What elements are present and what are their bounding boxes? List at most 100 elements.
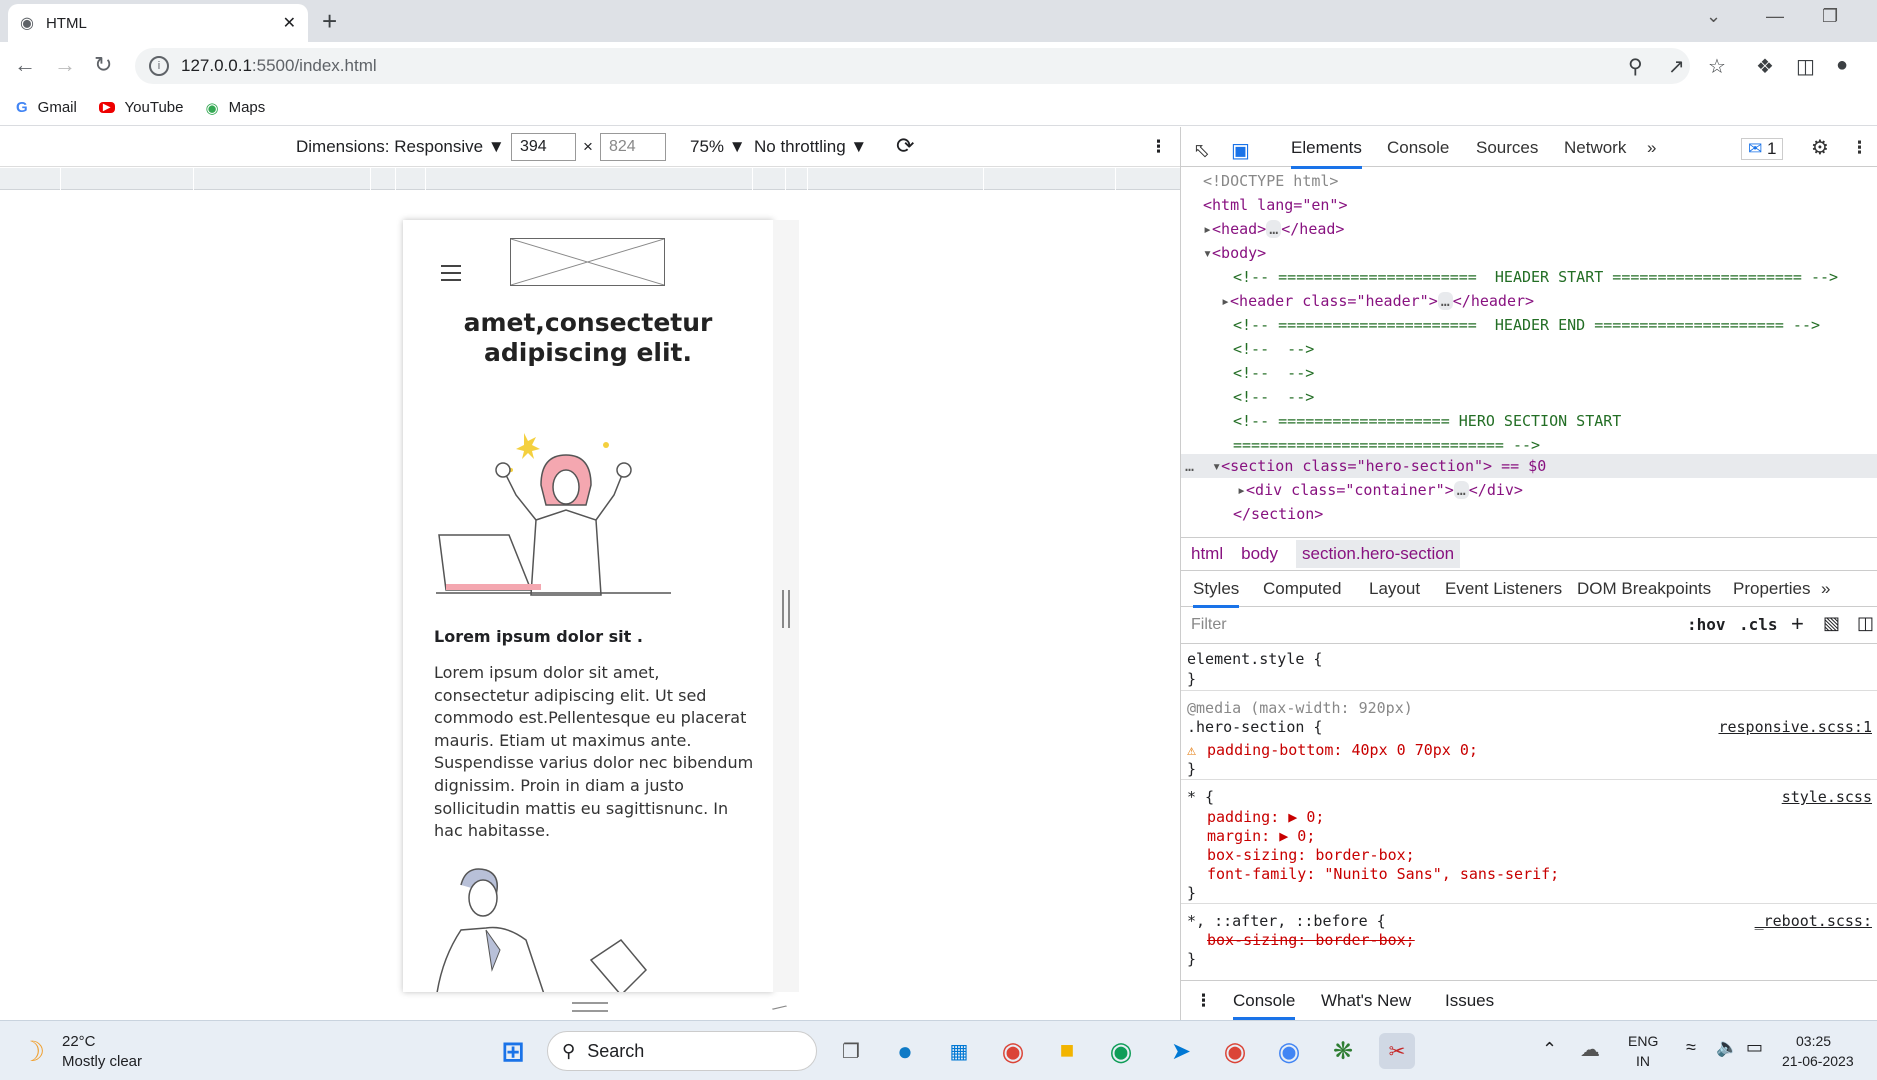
cls-toggle[interactable]: .cls	[1739, 615, 1778, 634]
crumb-body[interactable]: body	[1241, 544, 1278, 564]
bookmark-gmail[interactable]: G Gmail	[16, 99, 77, 116]
css-padding[interactable]: padding: ▶ 0;	[1207, 808, 1324, 826]
address-bar[interactable]: i 127.0.0.1:5500/index.html	[135, 48, 1690, 84]
expand-arrow-icon[interactable]: ▸	[1203, 220, 1212, 238]
star-selector[interactable]: * {	[1187, 788, 1214, 806]
dom-line[interactable]: ▸<header class="header">… </header>	[1181, 289, 1877, 313]
source-link[interactable]: _reboot.scss:	[1755, 912, 1872, 930]
info-icon[interactable]: i	[149, 56, 169, 76]
reload-icon[interactable]: ↻	[94, 52, 112, 78]
close-tab-icon[interactable]: ✕	[283, 13, 296, 33]
throttling-dropdown[interactable]: No throttling ▼	[754, 137, 867, 157]
dom-comment[interactable]: <!-- -->	[1181, 361, 1877, 385]
chrome-profile-h-icon[interactable]: ◉	[1271, 1033, 1307, 1069]
ellipsis-icon[interactable]: …	[1453, 481, 1469, 499]
share-icon[interactable]: ↗	[1668, 54, 1685, 79]
tab-search-icon[interactable]: ⌄	[1706, 6, 1721, 27]
dom-line[interactable]: ▾<body>	[1181, 241, 1877, 265]
height-input[interactable]: 824	[600, 133, 666, 161]
dom-line[interactable]: ▸<div class="container">… </div>	[1181, 478, 1877, 502]
chevron-up-icon[interactable]: ⌃	[1542, 1039, 1557, 1060]
crumb-section[interactable]: section.hero-section	[1296, 540, 1461, 568]
dimensions-dropdown[interactable]: Dimensions: Responsive ▼	[296, 137, 505, 157]
browser-tab[interactable]: ◉ HTML ✕	[8, 4, 308, 42]
more-style-tabs-icon[interactable]: »	[1821, 579, 1830, 599]
ellipsis-icon[interactable]: …	[1266, 220, 1282, 238]
tab-sources[interactable]: Sources	[1476, 138, 1538, 158]
tab-computed[interactable]: Computed	[1263, 579, 1341, 599]
more-options-icon[interactable]: ⋮	[1150, 137, 1167, 157]
source-link[interactable]: responsive.scss:1	[1718, 718, 1872, 736]
dom-comment[interactable]: <!-- ====================== HEADER START…	[1181, 265, 1877, 289]
css-margin[interactable]: margin: ▶ 0;	[1207, 827, 1315, 845]
bookmark-maps[interactable]: ◉ Maps	[206, 99, 266, 117]
settings-gear-icon[interactable]: ⚙	[1811, 135, 1829, 160]
width-input[interactable]: 394	[511, 133, 576, 161]
clock-date[interactable]: 21-06-2023	[1782, 1053, 1854, 1069]
snipping-tool-icon[interactable]: ✂	[1379, 1033, 1415, 1069]
forward-icon[interactable]: →	[54, 52, 76, 78]
drawer-tab-console[interactable]: Console	[1233, 991, 1296, 1020]
collapse-arrow-icon[interactable]: ▾	[1203, 244, 1212, 262]
language-eng[interactable]: ENG	[1628, 1033, 1658, 1049]
weather-status[interactable]: Mostly clear	[62, 1053, 142, 1070]
dom-comment[interactable]: <!-- -->	[1181, 337, 1877, 361]
chrome-icon[interactable]: ◉	[995, 1033, 1031, 1069]
dom-line-selected[interactable]: … ▾<section class="hero-section"> == $0	[1181, 454, 1877, 478]
expand-arrow-icon[interactable]: ▸	[1237, 481, 1246, 499]
resize-width-handle[interactable]	[782, 590, 790, 628]
side-panel-icon[interactable]: ◫	[1796, 54, 1815, 79]
drawer-tab-issues[interactable]: Issues	[1445, 991, 1494, 1011]
dom-line[interactable]: <!DOCTYPE html>	[1181, 169, 1877, 193]
restore-button[interactable]: ❐	[1822, 6, 1838, 27]
dom-comment[interactable]: <!-- -->	[1181, 385, 1877, 409]
dom-line[interactable]: ▸<head>… </head>	[1181, 217, 1877, 241]
bookmark-youtube[interactable]: ▶ YouTube	[98, 99, 184, 116]
minimize-button[interactable]: —	[1766, 6, 1784, 27]
inspect-element-icon[interactable]: ⬁	[1193, 138, 1210, 163]
more-tabs-icon[interactable]: »	[1647, 138, 1656, 158]
crumb-html[interactable]: html	[1191, 544, 1223, 564]
file-explorer-icon[interactable]: ■	[1049, 1033, 1085, 1069]
tab-properties[interactable]: Properties	[1733, 579, 1810, 599]
css-box-sizing-overridden[interactable]: box-sizing: border-box;	[1207, 931, 1415, 949]
hamburger-menu-icon[interactable]	[441, 265, 461, 286]
tab-console[interactable]: Console	[1387, 138, 1449, 158]
sidebar-toggle-icon[interactable]: ◫	[1857, 613, 1874, 634]
element-style-selector[interactable]: element.style {	[1187, 650, 1322, 668]
moon-weather-icon[interactable]: ☽	[20, 1035, 45, 1068]
dom-line[interactable]: <html lang="en">	[1181, 193, 1877, 217]
bookmark-star-icon[interactable]: ☆	[1708, 54, 1726, 79]
paint-brush-icon[interactable]: ▧	[1823, 613, 1840, 634]
issues-badge[interactable]: ✉ 1	[1741, 138, 1784, 160]
css-font-family[interactable]: font-family: "Nunito Sans", sans-serif;	[1207, 865, 1559, 883]
hov-toggle[interactable]: :hov	[1687, 615, 1726, 634]
collapse-arrow-icon[interactable]: ▾	[1212, 457, 1221, 475]
chrome-profile-icon[interactable]: ◉	[1217, 1033, 1253, 1069]
onedrive-cloud-icon[interactable]: ☁	[1580, 1037, 1600, 1062]
source-link[interactable]: style.scss	[1782, 788, 1872, 806]
tab-dom-breakpoints[interactable]: DOM Breakpoints	[1577, 579, 1711, 599]
media-query-ruler[interactable]	[0, 168, 1180, 190]
before-selector[interactable]: *, ::after, ::before {	[1187, 912, 1386, 930]
tab-styles[interactable]: Styles	[1193, 579, 1240, 608]
dom-comment[interactable]: <!-- =================== HERO SECTION ST…	[1181, 409, 1877, 433]
temperature[interactable]: 22°C	[62, 1033, 96, 1050]
new-rule-icon[interactable]: +	[1791, 611, 1804, 637]
devtools-menu-icon[interactable]: ⋮	[1851, 138, 1868, 158]
dom-line[interactable]: </section>	[1181, 502, 1877, 526]
css-padding-bottom[interactable]: padding-bottom: 40px 0 70px 0;	[1207, 741, 1478, 759]
expand-arrow-icon[interactable]: ▸	[1221, 292, 1230, 310]
rotate-icon[interactable]: ⟳	[896, 133, 914, 159]
clock-time[interactable]: 03:25	[1796, 1033, 1831, 1049]
resize-height-handle[interactable]	[572, 1002, 608, 1012]
edge-icon[interactable]: ●	[887, 1033, 923, 1069]
profile-avatar[interactable]: ●	[1836, 54, 1848, 77]
css-box-sizing[interactable]: box-sizing: border-box;	[1207, 846, 1415, 864]
wifi-icon[interactable]: ≈	[1686, 1037, 1696, 1058]
vscode-icon[interactable]: ➤	[1163, 1033, 1199, 1069]
zoom-dropdown[interactable]: 75% ▼	[690, 137, 746, 157]
task-view-icon[interactable]: ❐	[833, 1033, 869, 1069]
battery-icon[interactable]: ▭	[1746, 1037, 1763, 1058]
tab-elements[interactable]: Elements	[1291, 138, 1362, 169]
